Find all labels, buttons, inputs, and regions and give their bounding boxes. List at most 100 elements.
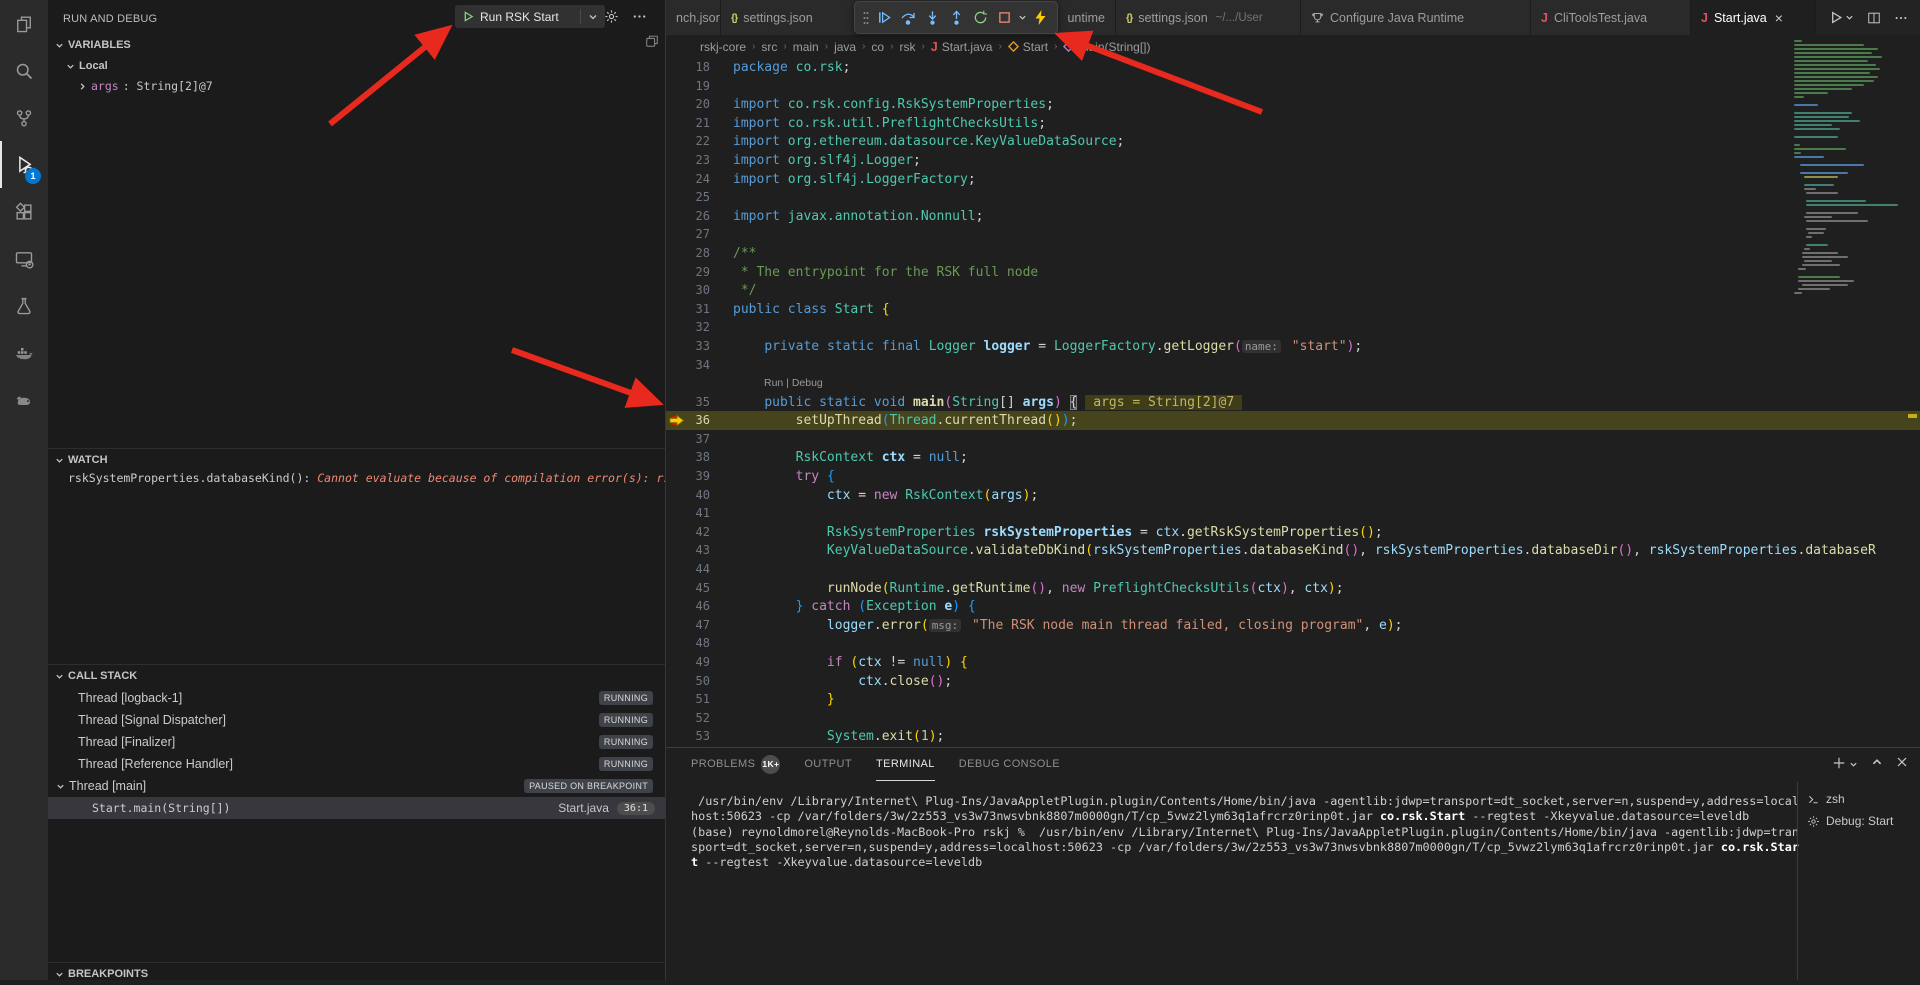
breadcrumb-item[interactable]: main: [793, 40, 819, 54]
line-number: 20: [666, 95, 710, 114]
code-line-39: 39 try {: [666, 467, 1920, 486]
breadcrumb-item[interactable]: co: [871, 40, 884, 54]
code-line-41: 41: [666, 504, 1920, 523]
thread-row[interactable]: Thread [Reference Handler]RUNNING: [48, 753, 665, 775]
call-stack-header[interactable]: CALL STACK: [48, 665, 665, 687]
line-number: 40: [666, 486, 710, 505]
line-number: 35: [666, 393, 710, 412]
line-number: 44: [666, 560, 710, 579]
terminal-output[interactable]: /usr/bin/env /Library/Internet\ Plug-Ins…: [691, 794, 1788, 870]
stop-dropdown-icon[interactable]: [1016, 6, 1028, 30]
current-line-breakpoint-icon[interactable]: [669, 414, 685, 427]
watch-header[interactable]: WATCH: [48, 449, 665, 471]
line-number: 49: [666, 653, 710, 672]
line-number: 18: [666, 58, 710, 77]
step-into-button[interactable]: [920, 6, 944, 30]
variable-args[interactable]: args: String[2]@7: [48, 76, 665, 96]
gear-icon[interactable]: [604, 9, 619, 24]
thread-status-badge: RUNNING: [599, 735, 653, 749]
breakpoints-header[interactable]: BREAKPOINTS: [48, 963, 665, 985]
thread-row[interactable]: Thread [logback-1]RUNNING: [48, 687, 665, 709]
remote-explorer-icon[interactable]: [0, 235, 48, 282]
run-config-button[interactable]: Run RSK Start: [455, 5, 605, 28]
watch-error: Cannot evaluate because of compilation e…: [310, 471, 665, 485]
line-number: 28: [666, 244, 710, 263]
maximize-panel-icon[interactable]: [1871, 756, 1883, 770]
breadcrumb-item[interactable]: Start: [1008, 40, 1048, 54]
terminal-list-item-debug-start[interactable]: Debug: Start: [1798, 810, 1920, 832]
panel-tab-output[interactable]: OUTPUT: [804, 748, 852, 781]
restart-button[interactable]: [968, 6, 992, 30]
minimap[interactable]: [1794, 40, 1904, 743]
step-over-button[interactable]: [896, 6, 920, 30]
tab-start-java[interactable]: JStart.java×: [1691, 0, 1816, 35]
line-number: 23: [666, 151, 710, 170]
breadcrumb-item[interactable]: java: [834, 40, 856, 54]
code-line-25: 25: [666, 188, 1920, 207]
thread-row[interactable]: Thread [Finalizer]RUNNING: [48, 731, 665, 753]
run-file-button[interactable]: [1830, 11, 1854, 24]
split-editor-icon[interactable]: [1867, 11, 1881, 25]
stop-button[interactable]: [992, 6, 1016, 30]
editor-more-icon[interactable]: [1894, 11, 1908, 25]
panel-tab-debug-console[interactable]: DEBUG CONSOLE: [959, 748, 1060, 781]
line-number: 34: [666, 356, 710, 375]
close-icon[interactable]: ×: [1775, 11, 1783, 25]
continue-button[interactable]: [872, 6, 896, 30]
close-panel-icon[interactable]: [1896, 756, 1908, 770]
more-actions-icon[interactable]: [632, 9, 647, 24]
thread-row[interactable]: Thread [main]PAUSED ON BREAKPOINT: [48, 775, 665, 797]
tab-configure-java-runtime[interactable]: Configure Java Runtime: [1301, 0, 1531, 35]
breadcrumb-item[interactable]: rsk: [899, 40, 915, 54]
run-and-debug-icon[interactable]: 1: [0, 141, 48, 188]
code-line-43: 43 KeyValueDataSource.validateDbKind(rsk…: [666, 541, 1920, 560]
drag-handle[interactable]: [860, 6, 872, 30]
sidebar-title: RUN AND DEBUG: [63, 13, 157, 25]
tab-nch-json[interactable]: nch.json: [666, 0, 721, 35]
terminal-line: sport=dt_socket,server=n,suspend=y,addre…: [691, 840, 1788, 855]
call-stack-section: CALL STACK Thread [logback-1]RUNNINGThre…: [48, 664, 665, 819]
new-terminal-icon[interactable]: [1832, 756, 1858, 770]
step-out-button[interactable]: [944, 6, 968, 30]
code-line-47: 47 logger.error(msg: "The RSK node main …: [666, 616, 1920, 635]
tab-settings-json[interactable]: {}settings.json: [721, 0, 861, 35]
json-file-icon: {}: [1126, 12, 1132, 24]
watch-expression[interactable]: rskSystemProperties.databaseKind(): Cann…: [48, 471, 665, 491]
code-editor[interactable]: 18package co.rsk;1920import co.rsk.confi…: [666, 58, 1920, 747]
codelens-run-debug[interactable]: Run | Debug: [666, 374, 1920, 393]
breadcrumb-item[interactable]: main(String[]): [1063, 40, 1150, 54]
explorer-icon[interactable]: [0, 0, 48, 47]
panel-tab-problems[interactable]: PROBLEMS1K+: [691, 748, 780, 781]
code-line-18: 18package co.rsk;: [666, 58, 1920, 77]
breadcrumb-separator: ›: [921, 41, 924, 52]
testing-icon[interactable]: [0, 282, 48, 329]
thread-label: Thread [Signal Dispatcher]: [78, 713, 599, 727]
extensions-icon[interactable]: [0, 188, 48, 235]
search-icon[interactable]: [0, 47, 48, 94]
breadcrumb-item[interactable]: rskj-core: [700, 40, 746, 54]
breadcrumb-item[interactable]: src: [761, 40, 777, 54]
thread-row[interactable]: Thread [Signal Dispatcher]RUNNING: [48, 709, 665, 731]
class-symbol-icon: [1008, 41, 1019, 52]
docker-icon[interactable]: [0, 329, 48, 376]
code-line-23: 23import org.slf4j.Logger;: [666, 151, 1920, 170]
source-control-icon[interactable]: [0, 94, 48, 141]
code-line-48: 48: [666, 634, 1920, 653]
variables-scope-local[interactable]: Local: [48, 56, 665, 76]
stack-frame-row[interactable]: Start.main(String[]) Start.java 36:1: [48, 797, 665, 819]
code-line-20: 20import co.rsk.config.RskSystemProperti…: [666, 95, 1920, 114]
tab-clitoolstest-java[interactable]: JCliToolsTest.java: [1531, 0, 1691, 35]
tab-settings-json[interactable]: {}settings.json~/.../User: [1116, 0, 1301, 35]
code-line-22: 22import org.ethereum.datasource.KeyValu…: [666, 132, 1920, 151]
terminal-list-item-zsh[interactable]: zsh: [1798, 788, 1920, 810]
variables-header[interactable]: VARIABLES: [48, 34, 665, 56]
line-number: 21: [666, 114, 710, 133]
panel-tab-terminal[interactable]: TERMINAL: [876, 748, 935, 781]
gradle-icon[interactable]: [0, 376, 48, 423]
chevron-down-icon[interactable]: [581, 12, 605, 22]
panel-tabs: PROBLEMS1K+ OUTPUT TERMINAL DEBUG CONSOLE: [666, 748, 1920, 781]
debug-session-icon: [1807, 815, 1820, 828]
hot-code-replace-icon[interactable]: [1028, 6, 1052, 30]
breadcrumb-item[interactable]: JStart.java: [931, 40, 993, 54]
code-line-28: 28/**: [666, 244, 1920, 263]
